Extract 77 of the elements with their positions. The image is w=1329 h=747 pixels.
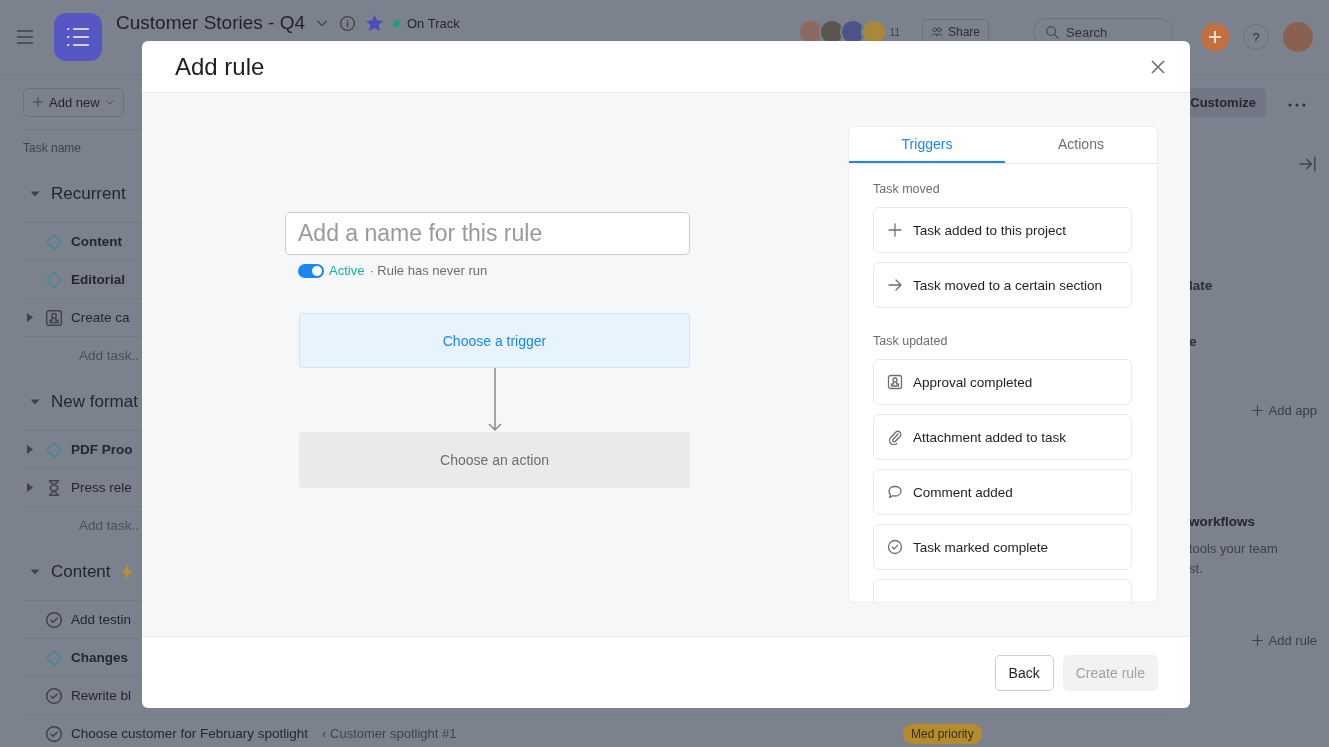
add-rule-button[interactable]: Add rule [1250, 633, 1317, 648]
workflow-text: tools your team [1189, 541, 1278, 556]
trigger-option[interactable]: Task added to this project [873, 207, 1132, 253]
star-icon[interactable] [366, 14, 383, 32]
add-new-button[interactable]: Add new [23, 87, 124, 117]
task-name[interactable]: Editorial [71, 272, 125, 287]
priority-tag: Med priority [903, 723, 982, 744]
project-title: Customer Stories - Q4 [116, 12, 305, 34]
task-name[interactable]: Add testin [71, 612, 132, 627]
down-arrow-icon [486, 368, 503, 432]
task-name[interactable]: Press rele [71, 480, 132, 495]
add-button[interactable] [1201, 23, 1229, 51]
diamond-icon [45, 232, 63, 251]
status-label[interactable]: On Track [407, 15, 460, 31]
task-name[interactable]: PDF Proo [71, 442, 133, 457]
trigger-option[interactable]: Attachment added to task [873, 414, 1132, 460]
close-icon[interactable] [1150, 58, 1166, 75]
section-title: New format [51, 392, 138, 412]
group-heading: Task moved [873, 182, 940, 196]
info-icon [339, 14, 356, 32]
stamp-icon [887, 374, 903, 390]
user-avatar[interactable] [1283, 22, 1313, 52]
expand-caret-icon[interactable] [26, 444, 34, 455]
project-list-icon [54, 13, 102, 61]
plus-icon [1250, 634, 1264, 647]
trigger-option[interactable]: Task moved to a certain section [873, 262, 1132, 308]
workflow-text: st. [1189, 561, 1203, 576]
section-title: Recurrent [51, 184, 126, 204]
diamond-icon [45, 648, 63, 667]
tab[interactable]: Actions [1005, 127, 1157, 163]
check-circle-icon [45, 724, 63, 743]
plus-icon [32, 96, 44, 108]
diamond-icon [45, 270, 63, 289]
column-header: Task name [23, 141, 82, 155]
trigger-option[interactable]: Comment added [873, 469, 1132, 515]
task-name[interactable]: Content [71, 234, 122, 249]
trigger-option[interactable]: Approval completed [873, 359, 1132, 405]
trigger-option[interactable]: Task marked complete [873, 524, 1132, 570]
back-button[interactable]: Back [994, 654, 1054, 691]
check-circle-icon [45, 686, 63, 705]
panel-item[interactable]: late [1189, 277, 1213, 293]
rule-status: Active [329, 263, 365, 278]
plus-icon [1208, 30, 1222, 44]
section-title: Content [51, 562, 111, 582]
plus-icon [887, 222, 903, 238]
dialog-title: Add rule [175, 52, 265, 80]
paperclip-icon [887, 429, 903, 445]
choose-action-button[interactable]: Choose an action [299, 432, 690, 488]
check-circle-icon [887, 539, 903, 555]
tab[interactable]: Triggers [849, 127, 1005, 163]
group-heading: Task updated [873, 334, 948, 348]
arrow-icon [887, 277, 903, 293]
check-circle-icon [45, 610, 63, 629]
rule-run-note: · Rule has never run [369, 263, 488, 278]
collapse-panel-icon [1299, 155, 1317, 173]
task-name[interactable]: Changes [71, 650, 128, 665]
add-app-button[interactable]: Add app [1250, 403, 1317, 418]
diamond-icon [45, 440, 63, 459]
task-name[interactable]: Choose customer for February spotlight [71, 726, 309, 741]
expand-caret-icon[interactable] [26, 482, 34, 493]
menu-icon[interactable] [16, 30, 34, 44]
workflow-title: workflows [1189, 514, 1256, 529]
search-icon [1045, 25, 1059, 39]
expand-caret-icon[interactable] [26, 312, 34, 323]
task-name[interactable]: Rewrite bl [71, 688, 132, 703]
people-icon [930, 26, 943, 38]
stamp-icon [45, 308, 63, 327]
lightning-icon [120, 564, 133, 580]
choose-trigger-button[interactable]: Choose a trigger [299, 313, 690, 368]
rule-name-field[interactable]: Add a name for this rule [285, 212, 690, 255]
plus-icon [1250, 404, 1264, 417]
chevron-down-icon [104, 97, 115, 107]
task-name[interactable]: Create ca [71, 310, 130, 325]
speech-bubble-icon [887, 484, 903, 500]
parent-task-link[interactable]: ‹ Customer spotlight #1 [322, 726, 457, 741]
active-toggle[interactable] [298, 263, 324, 278]
panel-item[interactable]: e [1189, 333, 1197, 349]
